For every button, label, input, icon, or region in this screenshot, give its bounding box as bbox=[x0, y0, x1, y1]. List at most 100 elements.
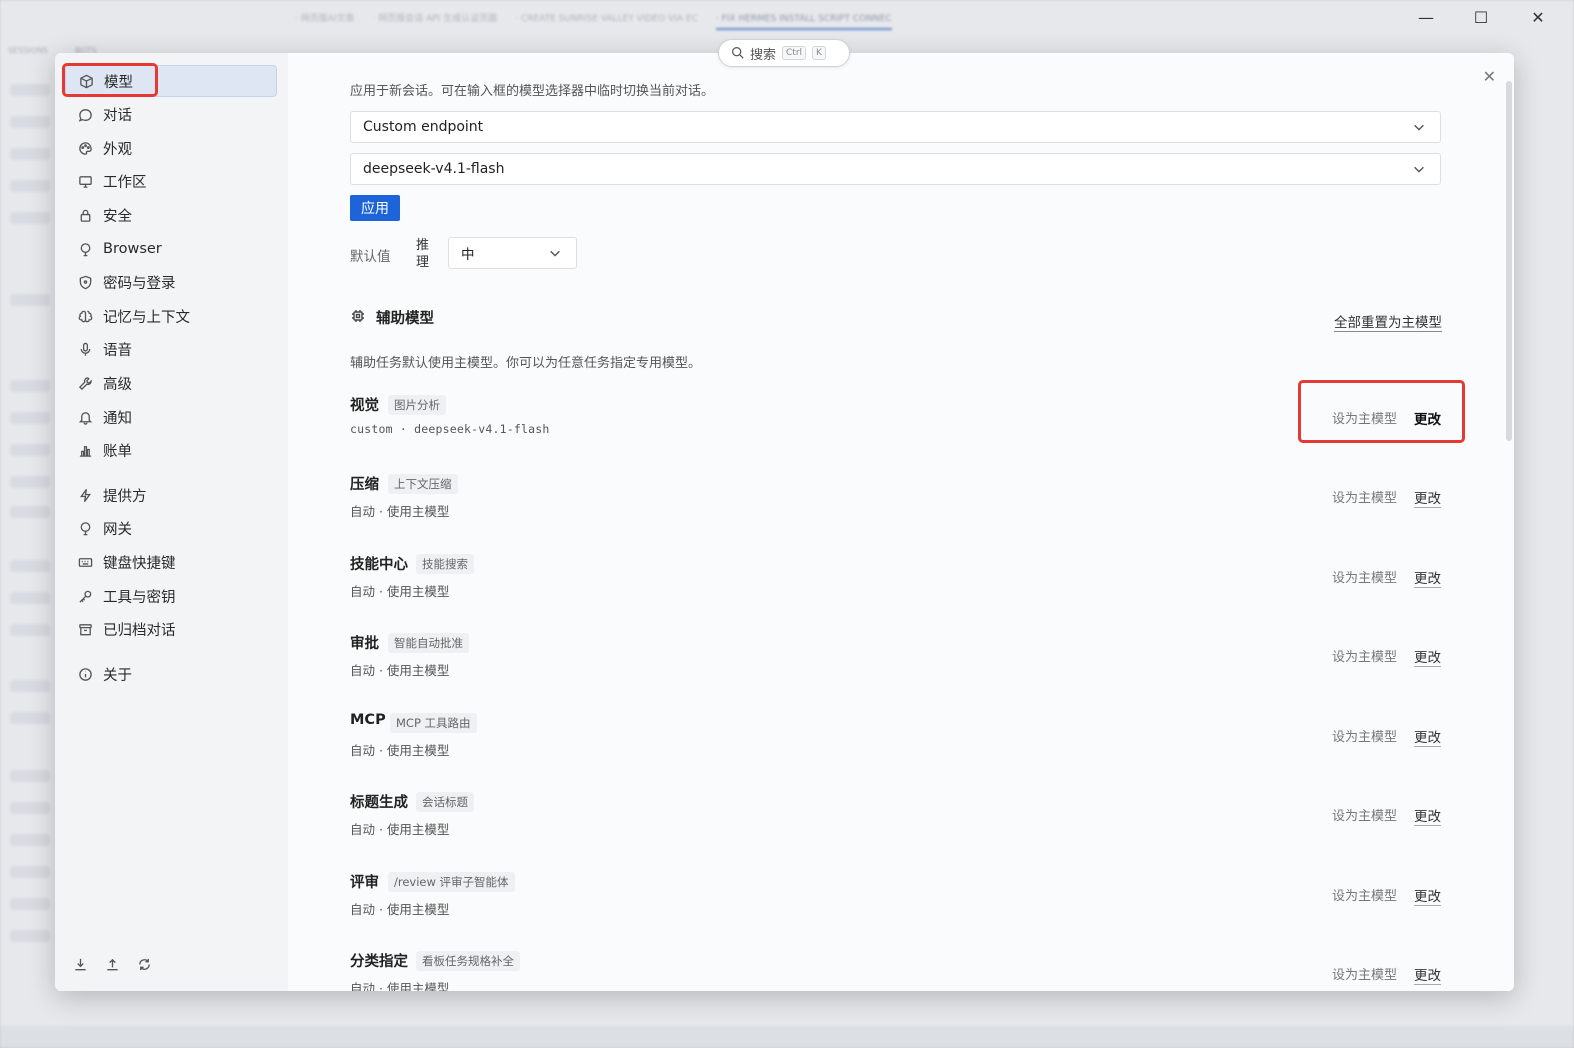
change-button[interactable]: 更改 bbox=[1414, 408, 1441, 428]
content-scrollbar[interactable] bbox=[1506, 81, 1512, 441]
set-main-model-button[interactable]: 设为主模型 bbox=[1332, 408, 1397, 427]
sidebar-item-model[interactable]: 模型 bbox=[65, 65, 277, 97]
reasoning-select[interactable]: 中 bbox=[448, 237, 577, 269]
sidebar-item-label: 安全 bbox=[103, 208, 132, 225]
bg-tab: · CREATE SUNRISE VALLEY VIDEO VIA EC bbox=[515, 14, 698, 24]
search-pill[interactable]: 搜索 Ctrl K bbox=[718, 39, 850, 67]
lock-icon bbox=[77, 207, 93, 223]
task-tag: 智能自动批准 bbox=[388, 633, 469, 653]
sidebar-item-billing[interactable]: 账单 bbox=[65, 434, 277, 466]
bg-tab: · 网页版会话 API 生成认证页面 bbox=[372, 14, 498, 24]
provider-select[interactable]: Custom endpoint bbox=[350, 111, 1441, 143]
task-name: 视觉 bbox=[350, 398, 379, 414]
sidebar-item-label: 语音 bbox=[103, 342, 132, 359]
sidebar-item-label: 工具与密钥 bbox=[103, 589, 176, 606]
task-meta: custom · deepseek-v4.1-flash bbox=[350, 422, 550, 436]
sidebar-item-label: 工作区 bbox=[103, 174, 147, 191]
keyboard-icon bbox=[77, 554, 93, 570]
sidebar-item-notifications[interactable]: 通知 bbox=[65, 401, 277, 433]
apply-button[interactable]: 应用 bbox=[350, 195, 400, 221]
task-tag: 技能搜索 bbox=[416, 554, 474, 574]
archive-icon bbox=[77, 621, 93, 637]
monitor-icon bbox=[77, 173, 93, 189]
sidebar-item-workspace[interactable]: 工作区 bbox=[65, 165, 277, 197]
bg-row bbox=[10, 592, 50, 604]
bg-row bbox=[10, 476, 50, 488]
change-button[interactable]: 更改 bbox=[1414, 646, 1441, 667]
sidebar-item-about[interactable]: 关于 bbox=[65, 658, 277, 690]
set-main-model-button[interactable]: 设为主模型 bbox=[1332, 646, 1397, 665]
shield-icon bbox=[77, 274, 93, 290]
auxiliary-models-heading: 辅助模型 bbox=[350, 307, 434, 328]
bg-row bbox=[10, 712, 50, 724]
set-main-model-button[interactable]: 设为主模型 bbox=[1332, 964, 1397, 983]
auxiliary-models-title: 辅助模型 bbox=[376, 311, 434, 327]
sidebar-item-memory-context[interactable]: 记忆与上下文 bbox=[65, 300, 277, 332]
task-tag: 看板任务规格补全 bbox=[416, 951, 520, 971]
refresh-icon[interactable] bbox=[137, 957, 153, 973]
gateway-pin-icon bbox=[77, 520, 93, 536]
task-row-mcp: MCP MCP 工具路由 自动 · 使用主模型 设为主模型 更改 bbox=[350, 712, 1441, 772]
bell-icon bbox=[77, 409, 93, 425]
task-tag: 会话标题 bbox=[416, 792, 474, 812]
sidebar-item-label: 外观 bbox=[103, 141, 132, 158]
dialog-close-icon[interactable]: ✕ bbox=[1483, 67, 1496, 86]
reasoning-select-value: 中 bbox=[461, 247, 475, 263]
sidebar-item-archived-chats[interactable]: 已归档对话 bbox=[65, 613, 277, 645]
task-name: 标题生成 bbox=[350, 795, 408, 811]
sidebar-item-password-login[interactable]: 密码与登录 bbox=[65, 266, 277, 298]
sidebar-item-advanced[interactable]: 高级 bbox=[65, 367, 277, 399]
sidebar-item-appearance[interactable]: 外观 bbox=[65, 132, 277, 164]
task-tag: 上下文压缩 bbox=[388, 474, 458, 494]
reset-all-button[interactable]: 全部重置为主模型 bbox=[1334, 311, 1442, 332]
provider-select-value: Custom endpoint bbox=[363, 119, 484, 135]
set-main-model-button[interactable]: 设为主模型 bbox=[1332, 805, 1397, 824]
minimize-icon[interactable]: — bbox=[1412, 8, 1440, 27]
background-status-bar bbox=[0, 1026, 1574, 1048]
task-row-skills: 技能中心 技能搜索 自动 · 使用主模型 设为主模型 更改 bbox=[350, 553, 1441, 613]
microphone-icon bbox=[77, 341, 93, 357]
sidebar-item-providers[interactable]: 提供方 bbox=[65, 479, 277, 511]
task-name: 压缩 bbox=[350, 477, 379, 493]
sidebar-item-security[interactable]: 安全 bbox=[65, 199, 277, 231]
task-tag: /review 评审子智能体 bbox=[388, 872, 515, 892]
model-select[interactable]: deepseek-v4.1-flash bbox=[350, 153, 1441, 185]
sidebar-bottom-actions bbox=[73, 957, 153, 973]
set-main-model-button[interactable]: 设为主模型 bbox=[1332, 487, 1397, 506]
sidebar-item-label: 模型 bbox=[104, 74, 133, 91]
bg-row bbox=[10, 506, 50, 518]
task-name: MCP bbox=[350, 712, 386, 728]
download-icon[interactable] bbox=[73, 957, 89, 973]
change-button[interactable]: 更改 bbox=[1414, 964, 1441, 985]
change-button[interactable]: 更改 bbox=[1414, 885, 1441, 906]
window-close-icon[interactable]: ✕ bbox=[1524, 8, 1552, 27]
sidebar-item-voice[interactable]: 语音 bbox=[65, 333, 277, 365]
palette-icon bbox=[77, 140, 93, 156]
task-row-vision: 视觉 图片分析 custom · deepseek-v4.1-flash 设为主… bbox=[350, 394, 1441, 454]
chevron-down-icon bbox=[548, 246, 562, 264]
change-button[interactable]: 更改 bbox=[1414, 567, 1441, 588]
bg-row bbox=[10, 560, 50, 572]
change-button[interactable]: 更改 bbox=[1414, 487, 1441, 508]
sidebar-item-chat[interactable]: 对话 bbox=[65, 98, 277, 130]
task-meta: 自动 · 使用主模型 bbox=[350, 822, 450, 837]
settings-dialog: 模型 对话 外观 工作区 安全 Browser 密码与登录 记忆与上下文 语音 … bbox=[55, 53, 1514, 991]
change-button[interactable]: 更改 bbox=[1414, 726, 1441, 747]
sidebar-item-browser[interactable]: Browser bbox=[65, 233, 277, 265]
set-main-model-button[interactable]: 设为主模型 bbox=[1332, 885, 1397, 904]
sidebar-item-keyboard-shortcuts[interactable]: 键盘快捷键 bbox=[65, 546, 277, 578]
sidebar-item-label: 记忆与上下文 bbox=[103, 309, 190, 326]
upload-icon[interactable] bbox=[105, 957, 121, 973]
task-row-compression: 压缩 上下文压缩 自动 · 使用主模型 设为主模型 更改 bbox=[350, 473, 1441, 533]
sidebar-item-label: 已归档对话 bbox=[103, 622, 176, 639]
maximize-icon[interactable]: ☐ bbox=[1467, 8, 1495, 27]
set-main-model-button[interactable]: 设为主模型 bbox=[1332, 567, 1397, 586]
brain-icon bbox=[77, 308, 93, 324]
change-button[interactable]: 更改 bbox=[1414, 805, 1441, 826]
sidebar-item-gateway[interactable]: 网关 bbox=[65, 512, 277, 544]
sidebar-item-label: 关于 bbox=[103, 667, 132, 684]
set-main-model-button[interactable]: 设为主模型 bbox=[1332, 726, 1397, 745]
bg-row bbox=[10, 180, 50, 192]
bg-row bbox=[10, 444, 50, 456]
sidebar-item-tools-keys[interactable]: 工具与密钥 bbox=[65, 580, 277, 612]
